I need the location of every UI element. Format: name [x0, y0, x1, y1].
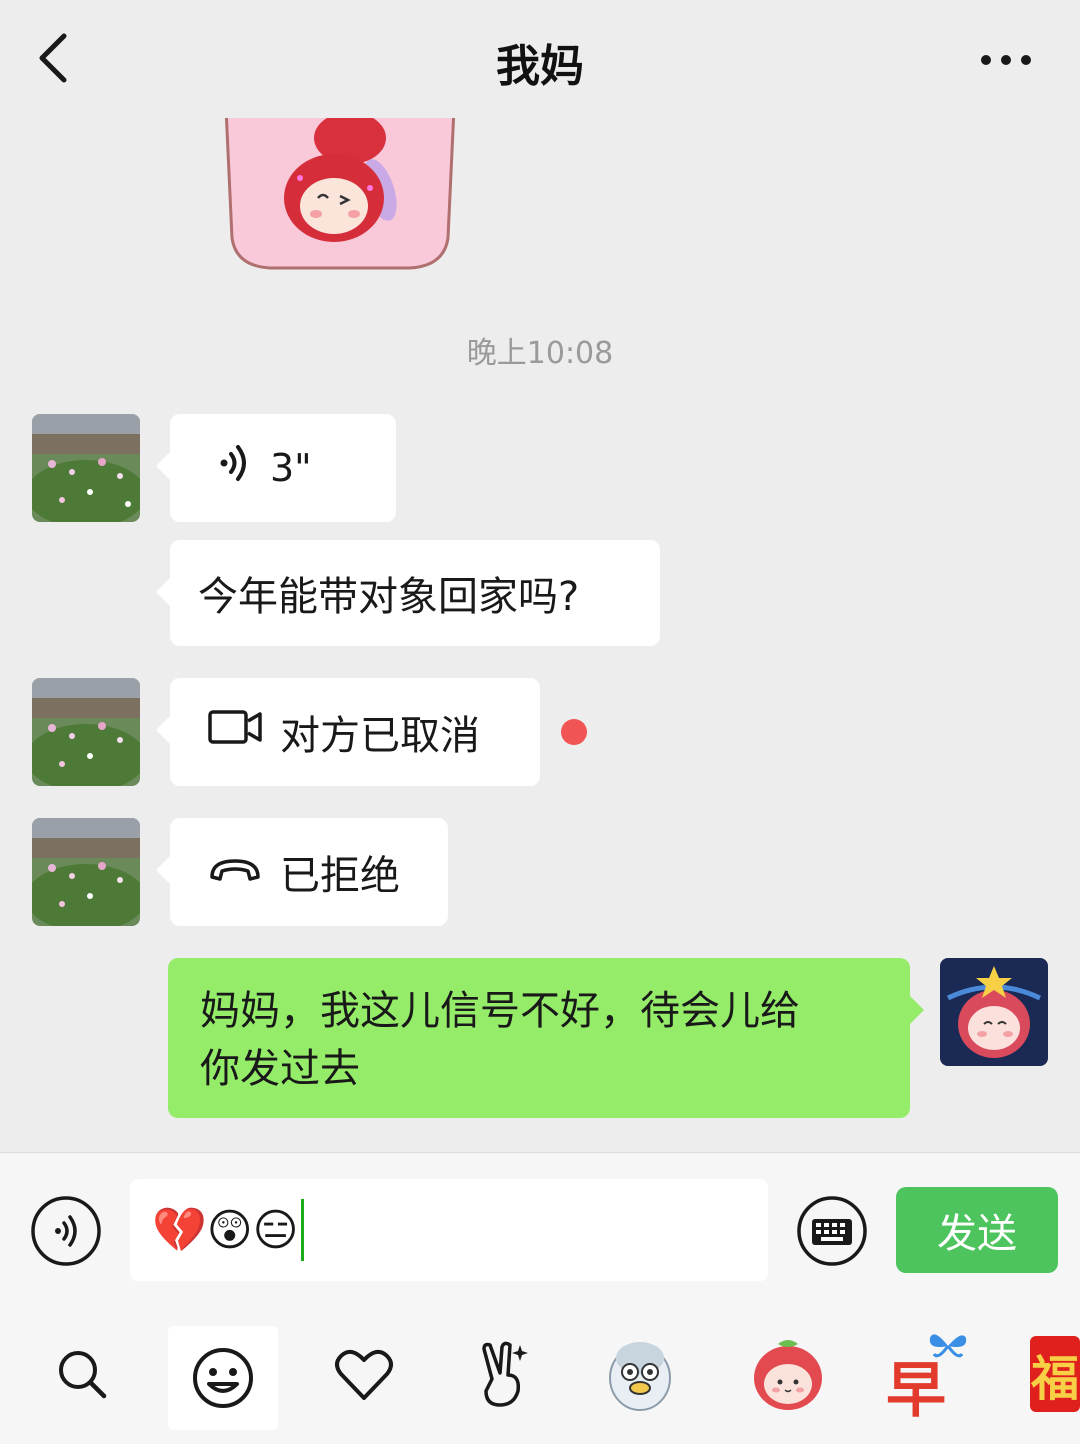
avatar-me[interactable]: [940, 958, 1048, 1066]
emoji-tab-bar: 早 福: [0, 1292, 1080, 1444]
message-timestamp: 晚上10:08: [466, 336, 614, 371]
unread-dot: [561, 719, 587, 745]
my-text-message-bubble[interactable]: 妈妈，我这儿信号不好，待会儿给 你发过去: [168, 958, 924, 1118]
heart-icon: [335, 1349, 393, 1400]
phone-hangup-icon: [208, 849, 262, 895]
input-bar: 💔😲😑 发送: [0, 1152, 1080, 1292]
emoji-favorites-tab[interactable]: [318, 1328, 410, 1420]
video-camera-icon: [208, 709, 262, 755]
text-caret: [300, 1199, 304, 1261]
fu-sticker-tab[interactable]: 福: [1030, 1328, 1080, 1420]
voice-call-bubble[interactable]: 已拒绝: [156, 818, 448, 926]
voice-call-status: 已拒绝: [280, 853, 400, 899]
keyboard-toggle[interactable]: [796, 1195, 868, 1267]
avatar-mom[interactable]: [32, 818, 140, 926]
voice-wave-icon: [218, 443, 252, 493]
voice-input-toggle[interactable]: [30, 1195, 102, 1267]
emoji-search-tab[interactable]: [36, 1328, 128, 1420]
video-call-bubble[interactable]: 对方已取消: [156, 678, 540, 786]
emoji-gesture-tab[interactable]: [456, 1328, 548, 1420]
search-icon: [59, 1351, 107, 1399]
text-message-bubble[interactable]: 今年能带对象回家吗?: [156, 540, 660, 646]
voice-duration: 3": [270, 446, 312, 490]
penguin-sticker: [609, 1342, 671, 1411]
voice-mode-icon: [31, 1196, 101, 1266]
fu-sticker: 福: [1030, 1351, 1079, 1407]
message-text-line2: 你发过去: [200, 1046, 360, 1092]
more-button[interactable]: [978, 50, 1034, 70]
strawberry-sticker: [754, 1340, 822, 1410]
strawberry-sticker-message[interactable]: [220, 118, 460, 273]
penguin-sticker-tab[interactable]: [594, 1328, 686, 1420]
keyboard-icon: [797, 1196, 867, 1266]
chat-header: 我妈: [0, 0, 1080, 118]
zao-sticker-tab[interactable]: 早: [876, 1328, 968, 1426]
message-input[interactable]: 💔😲😑: [130, 1179, 768, 1281]
message-text-line1: 妈妈，我这儿信号不好，待会儿给: [200, 988, 800, 1034]
victory-hand-icon: [482, 1341, 528, 1407]
emoji-smiley-tab[interactable]: [168, 1326, 278, 1430]
video-call-status: 对方已取消: [280, 713, 480, 759]
butterfly-icon: [929, 1334, 967, 1358]
send-button[interactable]: 发送: [896, 1187, 1058, 1273]
avatar-mom[interactable]: [32, 678, 140, 786]
avatar-mom[interactable]: [32, 414, 140, 522]
strawberry-sticker-tab[interactable]: [742, 1328, 834, 1420]
voice-message-bubble[interactable]: 3": [156, 414, 396, 522]
more-dots-icon: [981, 55, 1031, 65]
chat-title: 我妈: [496, 41, 584, 92]
input-value: 💔😲😑: [152, 1205, 299, 1256]
message-text: 今年能带对象回家吗?: [198, 574, 580, 620]
smiley-icon: [193, 1348, 253, 1408]
